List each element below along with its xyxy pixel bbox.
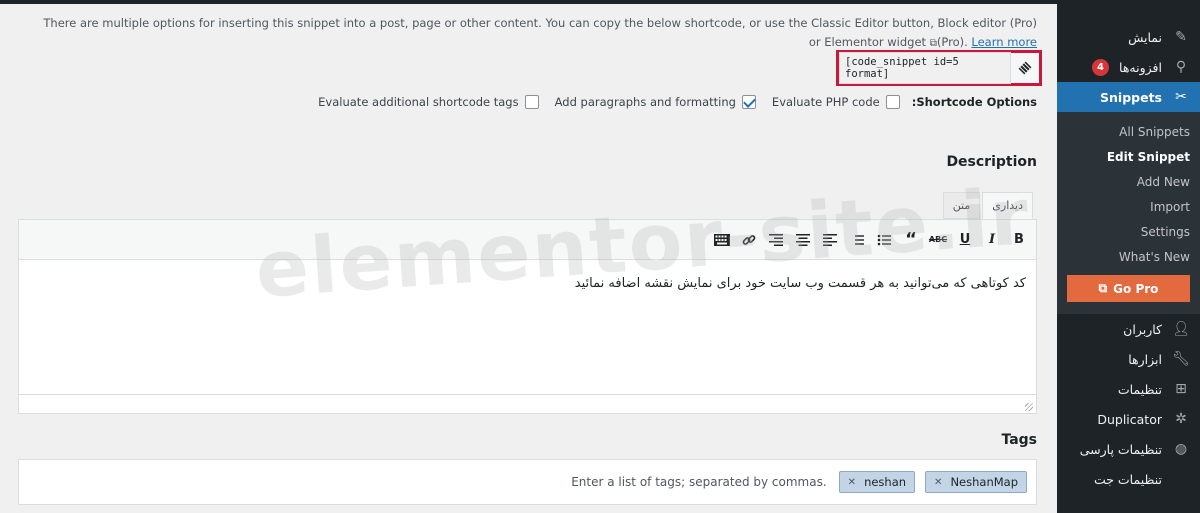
bullet-list-icon	[877, 234, 891, 245]
bold-button[interactable]: B	[1006, 227, 1032, 253]
italic-button[interactable]: I	[979, 227, 1005, 253]
remove-tag-icon[interactable]: ✕	[848, 477, 856, 488]
sidebar-item-settings[interactable]: ⊞ تنظیمات	[1057, 374, 1200, 404]
bullet-list-button[interactable]	[871, 227, 897, 253]
external-link-icon: ⧉	[929, 38, 937, 49]
sidebar-item-jet-settings[interactable]: تنظیمات جت	[1057, 464, 1200, 494]
keyboard-icon	[714, 233, 730, 246]
sidebar-item-duplicator[interactable]: ✲ Duplicator	[1057, 404, 1200, 434]
shortcode-highlight-box: [code_snippet id=5 format]	[836, 50, 1042, 86]
checkbox-evaluate-php[interactable]	[885, 95, 900, 109]
settings-icon: ⊞	[1175, 381, 1187, 397]
editor-content-area[interactable]: کد کوتاهی که می‌توانید به هر قسمت وب سای…	[19, 260, 1036, 394]
scissors-icon: ✂	[1175, 89, 1187, 105]
strikethrough-button[interactable]: ABC	[925, 227, 951, 253]
sidebar-item-snippets[interactable]: ✂ Snippets	[1057, 82, 1200, 112]
plugin-icon: ⚲	[1175, 59, 1187, 75]
align-left-icon	[823, 233, 837, 246]
blockquote-button[interactable]: “	[898, 227, 924, 253]
sidebar-item-label: تنظیمات جت	[1093, 471, 1162, 487]
user-icon: 👤︎	[1172, 321, 1190, 337]
description-heading: Description	[946, 154, 1037, 170]
sidebar-item-persian-settings[interactable]: ◍ تنظیمات پارسی	[1057, 434, 1200, 464]
tag-label: NeshanMap	[950, 475, 1018, 489]
editor-tabs: دیداری متن	[942, 192, 1033, 219]
checkbox-evaluate-shortcodes[interactable]	[524, 95, 539, 109]
shortcode-intro-text: There are multiple options for inserting…	[37, 14, 1037, 53]
underline-button[interactable]: U	[952, 227, 978, 253]
globe-icon: ◍	[1174, 441, 1188, 457]
tab-text[interactable]: متن	[942, 192, 981, 219]
tag-label: neshan	[864, 475, 907, 489]
admin-sidebar: ✎ نمایش ⚲ افزونه‌ها 4 ✂ Snippets All Sni…	[1057, 4, 1200, 513]
sidebar-item-label: Duplicator	[1097, 411, 1162, 427]
tag-chip[interactable]: ✕ neshan	[838, 471, 916, 493]
resize-handle-icon[interactable]	[1025, 403, 1033, 411]
align-center-button[interactable]	[790, 227, 816, 253]
align-center-icon	[796, 233, 810, 246]
sidebar-item-label: تنظیمات	[1117, 381, 1162, 397]
numbered-list-button[interactable]: 123	[844, 227, 870, 253]
tags-input[interactable]: ✕ NeshanMap ✕ neshan Enter a list of tag…	[18, 459, 1037, 505]
tag-chip[interactable]: ✕ NeshanMap	[925, 471, 1027, 493]
intro-suffix: (Pro).	[936, 35, 968, 49]
main-content: There are multiple options for inserting…	[0, 4, 1057, 513]
align-left-button[interactable]	[817, 227, 843, 253]
editor-toolbar: B I U ABC “ 123	[19, 220, 1036, 260]
sidebar-item-label: ابزارها	[1128, 351, 1162, 367]
shortcode-value[interactable]: [code_snippet id=5 format]	[839, 52, 1011, 84]
sidebar-item-label: Snippets	[1100, 89, 1162, 105]
shortcode-options-label: Shortcode Options:	[911, 95, 1037, 109]
toolbar-toggle-button[interactable]	[709, 227, 735, 253]
submenu-import[interactable]: Import	[1057, 194, 1200, 219]
duplicator-icon: ✲	[1175, 411, 1187, 427]
tab-visual[interactable]: دیداری	[982, 192, 1033, 219]
insert-link-button[interactable]	[736, 227, 762, 253]
option-evaluate-shortcodes[interactable]: Evaluate additional shortcode tags	[318, 95, 539, 109]
brush-icon: ✎	[1175, 29, 1187, 45]
update-count-badge: 4	[1092, 58, 1110, 76]
sidebar-item-label: افزونه‌ها	[1119, 59, 1162, 75]
sidebar-item-label: نمایش	[1128, 29, 1162, 45]
checkbox-add-paragraphs[interactable]	[741, 95, 756, 109]
go-pro-button[interactable]: ⧉ Go Pro	[1067, 275, 1190, 302]
sidebar-item-appearance[interactable]: ✎ نمایش	[1057, 22, 1200, 52]
option-add-paragraphs[interactable]: Add paragraphs and formatting	[555, 95, 756, 109]
option-label: Add paragraphs and formatting	[554, 95, 736, 109]
intro-text: There are multiple options for inserting…	[43, 16, 1037, 49]
submenu-edit-snippet[interactable]: Edit Snippet	[1057, 144, 1200, 169]
sidebar-item-label: تنظیمات پارسی	[1079, 441, 1162, 457]
numbered-list-icon: 123	[850, 234, 864, 246]
snippets-submenu: All Snippets Edit Snippet Add New Import…	[1057, 112, 1200, 314]
editor-status-bar	[19, 394, 1036, 413]
sidebar-item-users[interactable]: 👤︎ کاربران	[1057, 314, 1200, 344]
option-label: Evaluate PHP code	[771, 95, 880, 109]
wrench-icon: 🔧︎	[1172, 351, 1190, 367]
sidebar-item-tools[interactable]: 🔧︎ ابزارها	[1057, 344, 1200, 374]
shortcode-options-row: Shortcode Options: Evaluate PHP code Add…	[302, 92, 1037, 112]
tags-heading: Tags	[1001, 432, 1037, 448]
remove-tag-icon[interactable]: ✕	[934, 477, 942, 488]
external-link-icon: ⧉	[1098, 281, 1108, 295]
tags-placeholder: Enter a list of tags; separated by comma…	[571, 475, 827, 489]
align-right-icon	[769, 233, 783, 246]
jet-icon	[1172, 470, 1190, 488]
sidebar-item-label: کاربران	[1123, 321, 1162, 337]
option-evaluate-php[interactable]: Evaluate PHP code	[772, 95, 900, 109]
learn-more-link[interactable]: Learn more	[971, 35, 1037, 49]
submenu-add-new[interactable]: Add New	[1057, 169, 1200, 194]
submenu-all-snippets[interactable]: All Snippets	[1057, 119, 1200, 144]
align-right-button[interactable]	[763, 227, 789, 253]
go-pro-label: Go Pro	[1113, 281, 1159, 296]
sidebar-item-plugins[interactable]: ⚲ افزونه‌ها 4	[1057, 52, 1200, 82]
submenu-settings[interactable]: Settings	[1057, 219, 1200, 244]
link-icon	[742, 234, 756, 245]
option-label: Evaluate additional shortcode tags	[318, 95, 519, 109]
description-editor: B I U ABC “ 123	[18, 219, 1037, 414]
submenu-whats-new[interactable]: What's New	[1057, 244, 1200, 269]
snippet-icon	[1017, 60, 1033, 76]
